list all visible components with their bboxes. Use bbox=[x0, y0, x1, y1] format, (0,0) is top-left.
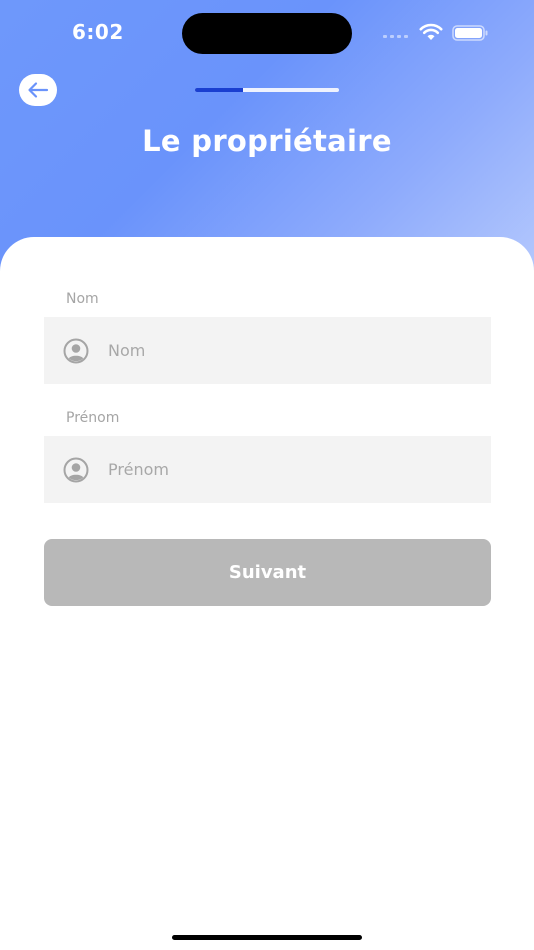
progress-bar bbox=[195, 88, 339, 92]
status-time: 6:02 bbox=[72, 20, 124, 44]
back-button[interactable] bbox=[19, 74, 57, 106]
battery-icon bbox=[452, 25, 488, 41]
wifi-icon bbox=[419, 23, 443, 40]
prenom-label: Prénom bbox=[66, 410, 120, 426]
page-title: Le propriétaire bbox=[142, 124, 392, 158]
next-button[interactable]: Suivant bbox=[44, 539, 491, 606]
nom-input[interactable] bbox=[108, 317, 478, 384]
prenom-input[interactable] bbox=[108, 436, 478, 503]
arrow-left-icon bbox=[28, 82, 49, 98]
user-circle-icon bbox=[63, 457, 89, 483]
dynamic-island bbox=[182, 13, 352, 54]
user-circle-icon bbox=[63, 338, 89, 364]
nom-label: Nom bbox=[66, 291, 99, 307]
signal-icon bbox=[383, 35, 408, 38]
prenom-field[interactable] bbox=[44, 436, 491, 503]
progress-fill bbox=[195, 88, 243, 92]
home-indicator[interactable] bbox=[172, 935, 362, 940]
nom-field[interactable] bbox=[44, 317, 491, 384]
